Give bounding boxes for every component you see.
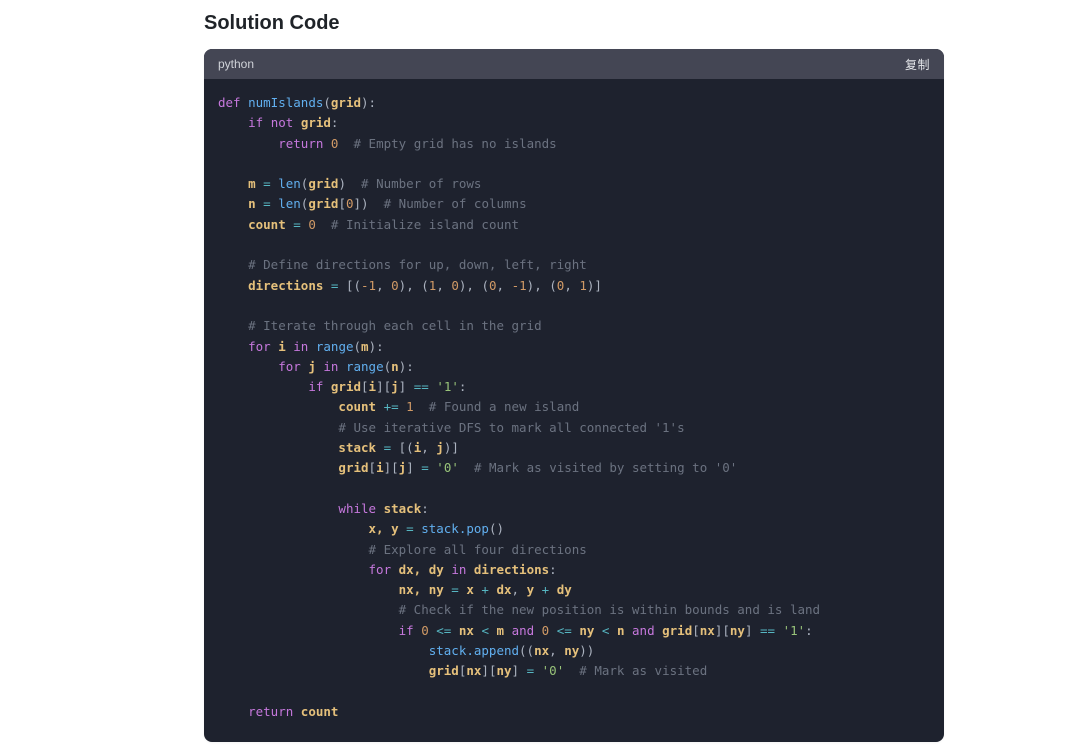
code-header: python 复制: [204, 49, 944, 79]
code-block: python 复制 def numIslands(grid): if not g…: [204, 49, 944, 742]
copy-button[interactable]: 复制: [905, 56, 930, 73]
language-label: python: [218, 57, 254, 71]
section-title: Solution Code: [204, 12, 1080, 35]
code-body[interactable]: def numIslands(grid): if not grid: retur…: [204, 79, 944, 742]
kw-def: def: [218, 95, 241, 110]
fn-name: numIslands: [248, 95, 323, 110]
content-container: Solution Code python 复制 def numIslands(g…: [0, 0, 1080, 742]
